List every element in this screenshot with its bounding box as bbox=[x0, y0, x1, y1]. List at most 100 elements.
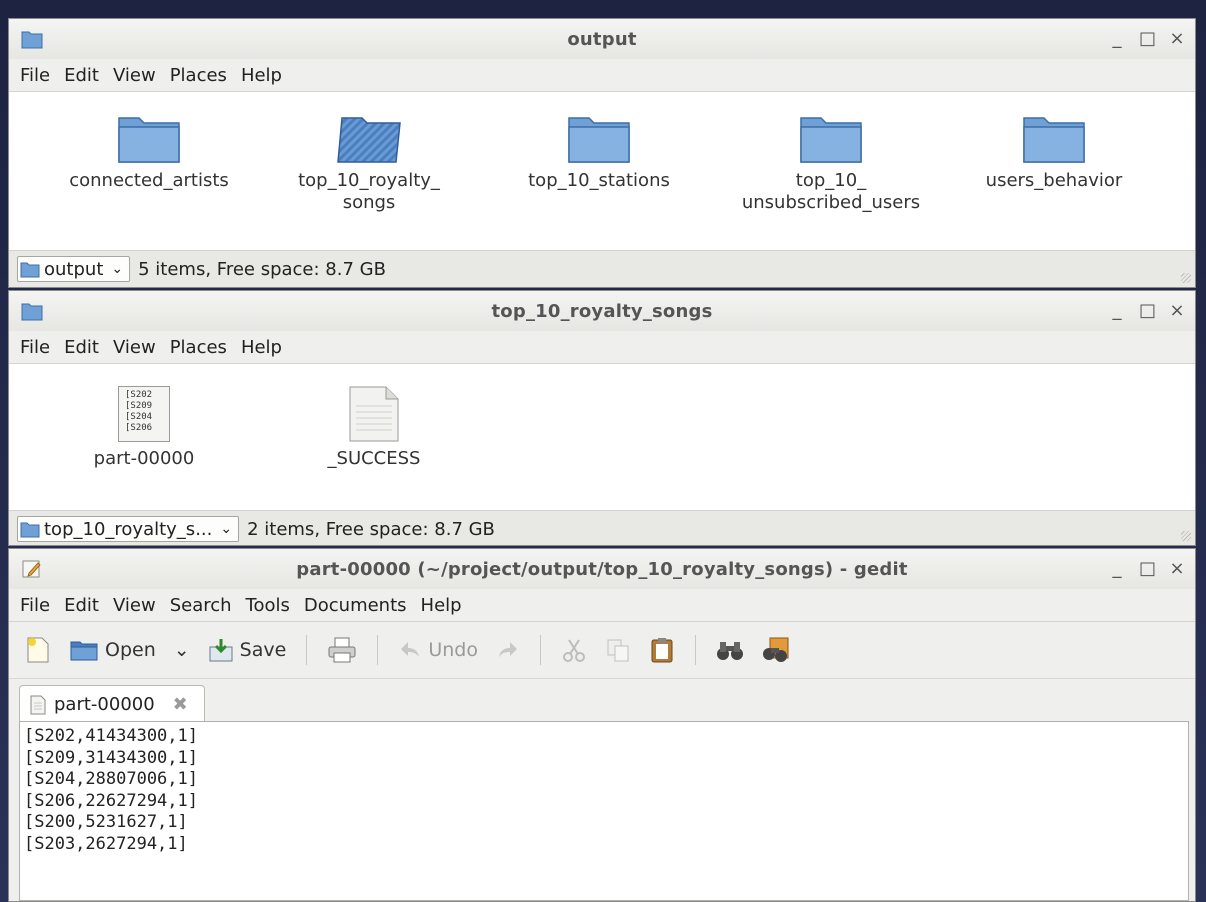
menu-view[interactable]: View bbox=[106, 337, 163, 358]
titlebar-gedit[interactable]: part-00000 (~/project/output/top_10_roya… bbox=[9, 549, 1195, 589]
tab-part-00000[interactable]: part-00000 ✖ bbox=[19, 685, 205, 723]
folder-label: top_10_ unsubscribed_users bbox=[741, 170, 921, 213]
menu-places[interactable]: Places bbox=[163, 65, 234, 86]
open-button[interactable]: Open bbox=[63, 638, 162, 662]
copy-button[interactable] bbox=[599, 637, 637, 663]
menu-documents[interactable]: Documents bbox=[297, 595, 414, 616]
menu-help[interactable]: Help bbox=[234, 337, 289, 358]
file-item[interactable]: [S202 [S209 [S204 [S206 part-00000 bbox=[69, 386, 219, 470]
menu-edit[interactable]: Edit bbox=[57, 65, 106, 86]
menu-tools[interactable]: Tools bbox=[239, 595, 297, 616]
menu-edit[interactable]: Edit bbox=[57, 595, 106, 616]
folder-selected-icon bbox=[337, 117, 401, 163]
window-output[interactable]: output _ □ × File Edit View Places Help … bbox=[8, 18, 1196, 288]
folder-icon bbox=[118, 117, 180, 163]
text-file-icon: [S202 [S209 [S204 [S206 bbox=[118, 386, 170, 442]
print-button[interactable] bbox=[321, 636, 363, 664]
minimize-button[interactable]: _ bbox=[1109, 28, 1125, 49]
menu-help[interactable]: Help bbox=[234, 65, 289, 86]
text-line: [S203,2627294,1] bbox=[24, 833, 188, 854]
close-button[interactable]: × bbox=[1169, 558, 1185, 579]
cut-button[interactable] bbox=[555, 637, 593, 663]
file-item[interactable]: _SUCCESS bbox=[299, 386, 449, 470]
menu-file[interactable]: File bbox=[13, 65, 57, 86]
folder-icon bbox=[20, 522, 40, 538]
text-editor-icon bbox=[22, 560, 41, 578]
maximize-button[interactable]: □ bbox=[1139, 28, 1156, 49]
undo-button[interactable]: Undo bbox=[392, 639, 484, 661]
menu-file[interactable]: File bbox=[13, 337, 57, 358]
redo-icon bbox=[498, 642, 517, 657]
paste-button[interactable] bbox=[643, 636, 681, 664]
save-label: Save bbox=[239, 639, 287, 661]
location-dropdown[interactable]: output ⌄ bbox=[17, 256, 131, 282]
folder-icon bbox=[20, 262, 40, 278]
toolbar-gedit: Open ⌄ Save Undo bbox=[9, 622, 1195, 679]
file-preview-line: [S209 bbox=[125, 401, 153, 411]
folder-item[interactable]: connected_artists bbox=[49, 112, 249, 192]
maximize-button[interactable]: □ bbox=[1139, 300, 1156, 321]
text-line: [S202,41434300,1] bbox=[24, 726, 198, 746]
folder-icon bbox=[21, 303, 43, 321]
menu-places[interactable]: Places bbox=[163, 337, 234, 358]
minimize-button[interactable]: _ bbox=[1109, 300, 1125, 321]
toolbar-separator bbox=[539, 635, 541, 665]
text-line: [S206,22627294,1] bbox=[24, 790, 198, 811]
resize-grip[interactable] bbox=[1181, 273, 1191, 283]
find-button[interactable] bbox=[710, 638, 750, 662]
chevron-down-icon: ⌄ bbox=[111, 261, 124, 277]
toolbar-separator bbox=[377, 635, 379, 665]
folder-item[interactable]: top_10_ unsubscribed_users bbox=[721, 112, 941, 214]
folder-item-selected[interactable]: top_10_royalty_ songs bbox=[269, 112, 469, 214]
menubar-royalty-songs: File Edit View Places Help bbox=[9, 331, 1195, 364]
resize-grip[interactable] bbox=[1181, 531, 1191, 541]
folder-open-icon bbox=[70, 641, 98, 661]
titlebar-output[interactable]: output _ □ × bbox=[9, 19, 1195, 59]
location-dropdown[interactable]: top_10_royalty_s... ⌄ bbox=[17, 516, 240, 542]
save-button[interactable]: Save bbox=[202, 637, 293, 663]
statusbar-royalty-songs: top_10_royalty_s... ⌄ 2 items, Free spac… bbox=[9, 511, 1195, 545]
close-button[interactable]: × bbox=[1169, 28, 1185, 49]
toolbar-separator bbox=[694, 635, 696, 665]
new-button[interactable] bbox=[19, 636, 57, 664]
text-line: [S200,5231627,1] bbox=[24, 812, 188, 832]
menu-edit[interactable]: Edit bbox=[57, 337, 106, 358]
toolbar-separator bbox=[306, 635, 308, 665]
menu-help[interactable]: Help bbox=[414, 595, 469, 616]
close-tab-icon[interactable]: ✖ bbox=[173, 694, 188, 715]
text-editor[interactable]: [S202,41434300,1] [S209,31434300,1] [S20… bbox=[19, 721, 1189, 901]
icon-view-royalty-songs[interactable]: [S202 [S209 [S204 [S206 part-00000 _SUCC… bbox=[9, 364, 1195, 511]
document-icon bbox=[30, 695, 46, 714]
menu-view[interactable]: View bbox=[106, 65, 163, 86]
save-icon bbox=[209, 639, 233, 662]
menu-view[interactable]: View bbox=[106, 595, 163, 616]
close-button[interactable]: × bbox=[1169, 300, 1185, 321]
open-menu-chevron[interactable]: ⌄ bbox=[168, 639, 196, 661]
folder-item[interactable]: top_10_stations bbox=[499, 112, 699, 192]
scissors-icon bbox=[562, 639, 585, 662]
location-label: top_10_royalty_s... bbox=[44, 518, 213, 540]
window-gedit[interactable]: part-00000 (~/project/output/top_10_roya… bbox=[8, 548, 1196, 902]
window-royalty-songs[interactable]: top_10_royalty_songs _ □ × File Edit Vie… bbox=[8, 290, 1196, 546]
tab-label: part-00000 bbox=[54, 694, 155, 715]
redo-button[interactable] bbox=[490, 639, 526, 661]
folder-label: top_10_stations bbox=[528, 170, 670, 191]
menu-file[interactable]: File bbox=[13, 595, 57, 616]
folder-label: top_10_royalty_ songs bbox=[298, 170, 440, 213]
menu-search[interactable]: Search bbox=[163, 595, 239, 616]
icon-view-output[interactable]: connected_artists top_10_royalty_ songs … bbox=[9, 92, 1195, 251]
window-title: part-00000 (~/project/output/top_10_roya… bbox=[296, 558, 908, 580]
folder-item[interactable]: users_behavior bbox=[954, 112, 1154, 192]
minimize-button[interactable]: _ bbox=[1109, 558, 1125, 579]
titlebar-royalty-songs[interactable]: top_10_royalty_songs _ □ × bbox=[9, 291, 1195, 331]
blank-file-icon bbox=[349, 386, 399, 442]
folder-icon bbox=[568, 117, 630, 163]
text-line: [S204,28807006,1] bbox=[24, 769, 198, 789]
file-label: _SUCCESS bbox=[327, 448, 421, 469]
maximize-button[interactable]: □ bbox=[1139, 558, 1156, 579]
replace-button[interactable] bbox=[756, 636, 798, 664]
file-preview-line: [S206 bbox=[125, 423, 153, 433]
undo-label: Undo bbox=[428, 639, 478, 661]
file-label: part-00000 bbox=[93, 448, 195, 469]
folder-icon bbox=[800, 117, 862, 163]
